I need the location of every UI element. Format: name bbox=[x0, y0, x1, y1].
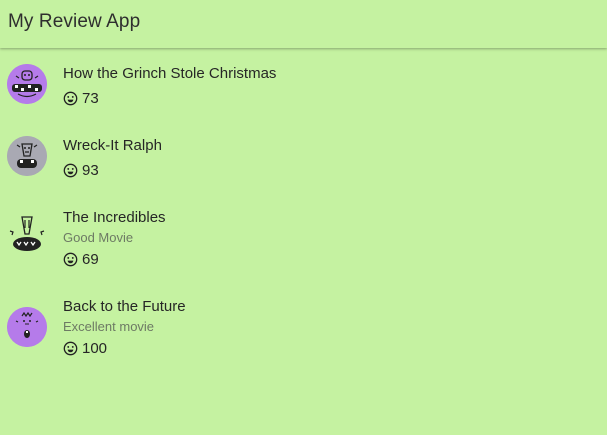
score-value: 100 bbox=[82, 339, 108, 357]
list-item[interactable]: Wreck-It Ralph 93 bbox=[0, 122, 607, 202]
review-title: Back to the Future bbox=[63, 298, 186, 315]
score-value: 69 bbox=[82, 250, 99, 268]
review-subtitle: Excellent movie bbox=[63, 319, 155, 334]
list-item[interactable]: Back to the Future Excellent movie 100 bbox=[0, 283, 607, 363]
smile-icon bbox=[63, 341, 78, 355]
smile-icon bbox=[63, 252, 78, 266]
list-item[interactable]: The Incredibles Good Movie 69 bbox=[0, 194, 607, 274]
review-score: 73 bbox=[63, 89, 99, 107]
gray-monster-icon bbox=[7, 136, 47, 176]
score-value: 73 bbox=[82, 89, 99, 107]
review-title: The Incredibles bbox=[63, 209, 166, 226]
review-title: Wreck-It Ralph bbox=[63, 137, 162, 154]
review-subtitle: Good Movie bbox=[63, 230, 134, 245]
list-item[interactable]: How the Grinch Stole Christmas 73 bbox=[0, 50, 607, 130]
review-score: 69 bbox=[63, 250, 99, 268]
purple-monster-icon bbox=[7, 307, 47, 347]
score-value: 93 bbox=[82, 161, 99, 179]
review-title: How the Grinch Stole Christmas bbox=[63, 65, 277, 82]
smile-icon bbox=[63, 163, 78, 177]
review-score: 100 bbox=[63, 339, 107, 357]
app-title: My Review App bbox=[8, 11, 141, 32]
smile-icon bbox=[63, 91, 78, 105]
app-root: My Review App How the Grinch Stole Chris… bbox=[0, 0, 607, 435]
green-monster-icon bbox=[7, 214, 47, 254]
purple-monster-icon bbox=[7, 64, 47, 104]
review-score: 93 bbox=[63, 161, 99, 179]
app-bar: My Review App bbox=[0, 0, 607, 48]
